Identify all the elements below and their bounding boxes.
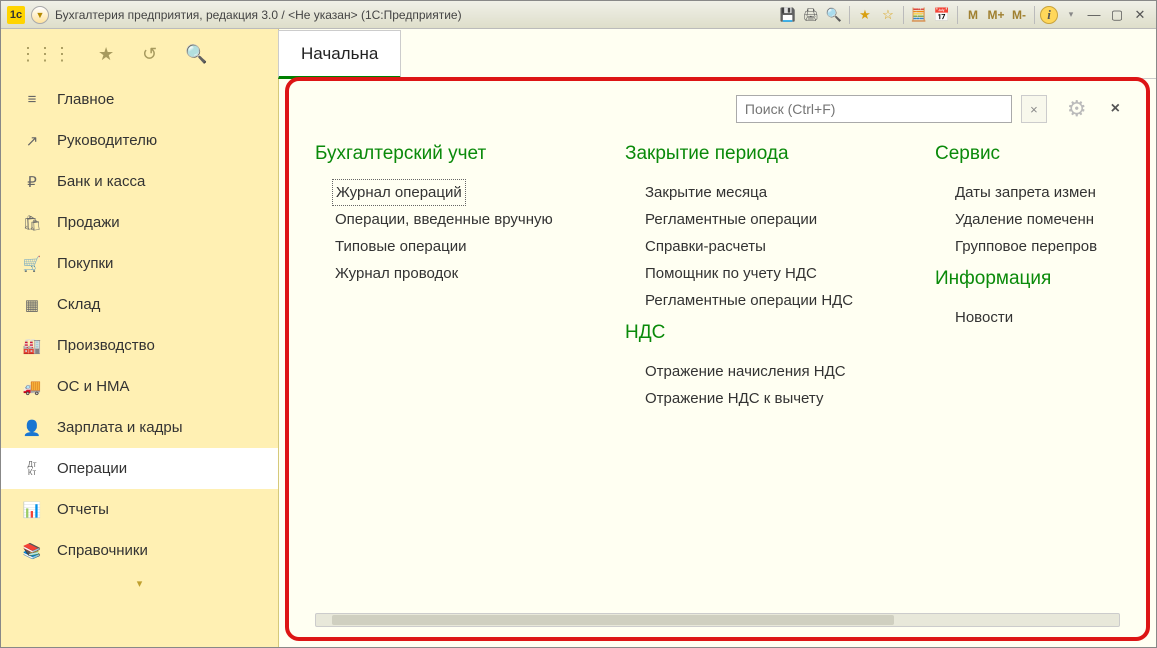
info-icon[interactable]: i xyxy=(1040,6,1058,24)
separator xyxy=(957,6,958,24)
popup-toolbar: × ⚙ × xyxy=(315,95,1120,123)
sidebar: ⋮⋮⋮ ★ ↺ 🔍 ≡ Главное ↗ Руководителю ₽ Банк и к… xyxy=(1,29,279,647)
preview-icon[interactable]: 🔍 xyxy=(824,5,844,25)
gear-icon[interactable]: ⚙ xyxy=(1067,96,1087,122)
horizontal-scrollbar[interactable] xyxy=(315,613,1120,627)
menu-link[interactable]: Типовые операции xyxy=(315,233,595,260)
search-icon[interactable]: 🔍 xyxy=(185,44,207,65)
sidebar-item-2[interactable]: ₽ Банк и касса xyxy=(1,161,278,202)
calculator-icon[interactable]: 🧮 xyxy=(909,5,929,25)
sidebar-item-label: Покупки xyxy=(57,255,113,272)
minimize-button[interactable]: — xyxy=(1084,5,1104,25)
separator xyxy=(903,6,904,24)
menu-link[interactable]: Справки-расчеты xyxy=(625,233,905,260)
maximize-button[interactable]: ▢ xyxy=(1107,5,1127,25)
sidebar-item-8[interactable]: 👤 Зарплата и кадры xyxy=(1,407,278,448)
titlebar: 1c ▼ Бухгалтерия предприятия, редакция 3… xyxy=(1,1,1156,29)
separator xyxy=(849,6,850,24)
sidebar-item-label: Продажи xyxy=(57,214,120,231)
sidebar-icon: 👤 xyxy=(21,419,43,437)
sidebar-item-label: Склад xyxy=(57,296,100,313)
sidebar-item-7[interactable]: 🚚 ОС и НМА xyxy=(1,366,278,407)
print-icon[interactable]: 🖨 xyxy=(801,5,821,25)
sidebar-item-10[interactable]: 📊 Отчеты xyxy=(1,489,278,530)
menu-link[interactable]: Отражение начисления НДС xyxy=(625,358,905,385)
sidebar-icon: ↗ xyxy=(21,132,43,150)
calendar-icon[interactable]: 📅 xyxy=(932,5,952,25)
operations-popup: × ⚙ × Бухгалтерский учетЖурнал операцийО… xyxy=(285,77,1150,641)
app-badge-icon: 1c xyxy=(7,6,25,24)
section-heading: Сервис xyxy=(935,143,1120,165)
history-icon[interactable]: ↺ xyxy=(142,44,157,65)
sidebar-icon: 🏭 xyxy=(21,337,43,355)
tab-row: Начальна xyxy=(279,29,1156,79)
window-title: Бухгалтерия предприятия, редакция 3.0 / … xyxy=(55,8,772,22)
section-heading: НДС xyxy=(625,322,905,344)
dropdown-icon[interactable]: ▼ xyxy=(31,6,49,24)
popup-close-button[interactable]: × xyxy=(1111,100,1120,118)
star-list-icon[interactable]: ☆ xyxy=(878,5,898,25)
save-icon[interactable]: 💾 xyxy=(778,5,798,25)
search-input[interactable] xyxy=(736,95,1012,123)
sidebar-item-6[interactable]: 🏭 Производство xyxy=(1,325,278,366)
menu-link[interactable]: Удаление помеченн xyxy=(935,206,1120,233)
memory-plus-button[interactable]: M+ xyxy=(986,5,1006,25)
menu-link[interactable]: Операции, введенные вручную xyxy=(315,206,595,233)
favorites-icon[interactable]: ★ xyxy=(98,44,114,65)
menu-link[interactable]: Журнал проводок xyxy=(315,260,595,287)
sidebar-item-label: Главное xyxy=(57,91,114,108)
sidebar-item-label: Зарплата и кадры xyxy=(57,419,183,436)
sidebar-icon: ≡ xyxy=(21,91,43,108)
menu-link[interactable]: Даты запрета измен xyxy=(935,179,1120,206)
sidebar-item-4[interactable]: 🛒 Покупки xyxy=(1,243,278,284)
tab-home[interactable]: Начальна xyxy=(278,30,401,79)
memory-button[interactable]: M xyxy=(963,5,983,25)
sidebar-icon: 🚚 xyxy=(21,378,43,396)
section-heading: Информация xyxy=(935,268,1120,290)
sidebar-item-label: Банк и касса xyxy=(57,173,145,190)
sidebar-item-label: Руководителю xyxy=(57,132,157,149)
sidebar-expand-icon[interactable]: ▾ xyxy=(1,571,278,596)
sidebar-item-11[interactable]: 📚 Справочники xyxy=(1,530,278,571)
sidebar-item-1[interactable]: ↗ Руководителю xyxy=(1,120,278,161)
sidebar-icon: ₽ xyxy=(21,173,43,191)
sidebar-icon: 🛒 xyxy=(21,255,43,273)
menu-link[interactable]: Помощник по учету НДС xyxy=(625,260,905,287)
star-add-icon[interactable]: ★ xyxy=(855,5,875,25)
sidebar-item-0[interactable]: ≡ Главное xyxy=(1,79,278,120)
sidebar-icon: ▦ xyxy=(21,296,43,314)
search-clear-button[interactable]: × xyxy=(1021,95,1047,123)
menu-link[interactable]: Новости xyxy=(935,304,1120,331)
separator xyxy=(1034,6,1035,24)
menu-link[interactable]: Журнал операций xyxy=(332,179,466,206)
menu-link[interactable]: Отражение НДС к вычету xyxy=(625,385,905,412)
sidebar-item-label: ОС и НМА xyxy=(57,378,130,395)
sidebar-item-9[interactable]: ДтКт Операции xyxy=(1,448,278,489)
scrollbar-thumb[interactable] xyxy=(332,615,894,625)
section-heading: Бухгалтерский учет xyxy=(315,143,595,165)
sidebar-toolbar: ⋮⋮⋮ ★ ↺ 🔍 xyxy=(1,29,278,79)
menu-link[interactable]: Регламентные операции НДС xyxy=(625,287,905,314)
popup-column-2: Сервис Даты запрета изменУдаление помечен… xyxy=(935,135,1120,607)
sidebar-item-label: Отчеты xyxy=(57,501,109,518)
sidebar-icon: 📚 xyxy=(21,542,43,560)
popup-column-0: Бухгалтерский учет Журнал операцийОпераци… xyxy=(315,135,595,607)
sidebar-item-label: Производство xyxy=(57,337,155,354)
menu-link[interactable]: Закрытие месяца xyxy=(625,179,905,206)
section-heading: Закрытие периода xyxy=(625,143,905,165)
sidebar-item-label: Справочники xyxy=(57,542,148,559)
menu-link[interactable]: Регламентные операции xyxy=(625,206,905,233)
sidebar-icon: 🛍 xyxy=(21,214,43,232)
close-button[interactable]: ✕ xyxy=(1130,5,1150,25)
sidebar-icon: 📊 xyxy=(21,501,43,519)
memory-minus-button[interactable]: M- xyxy=(1009,5,1029,25)
sidebar-item-label: Операции xyxy=(57,460,127,477)
popup-column-1: Закрытие периодаЗакрытие месяцаРегламент… xyxy=(625,135,905,607)
menu-link[interactable]: Групповое перепров xyxy=(935,233,1120,260)
sidebar-item-5[interactable]: ▦ Склад xyxy=(1,284,278,325)
sidebar-icon: ДтКт xyxy=(21,461,43,477)
chevron-down-icon[interactable]: ▾ xyxy=(1061,5,1081,25)
apps-icon[interactable]: ⋮⋮⋮ xyxy=(19,44,70,65)
sidebar-item-3[interactable]: 🛍 Продажи xyxy=(1,202,278,243)
